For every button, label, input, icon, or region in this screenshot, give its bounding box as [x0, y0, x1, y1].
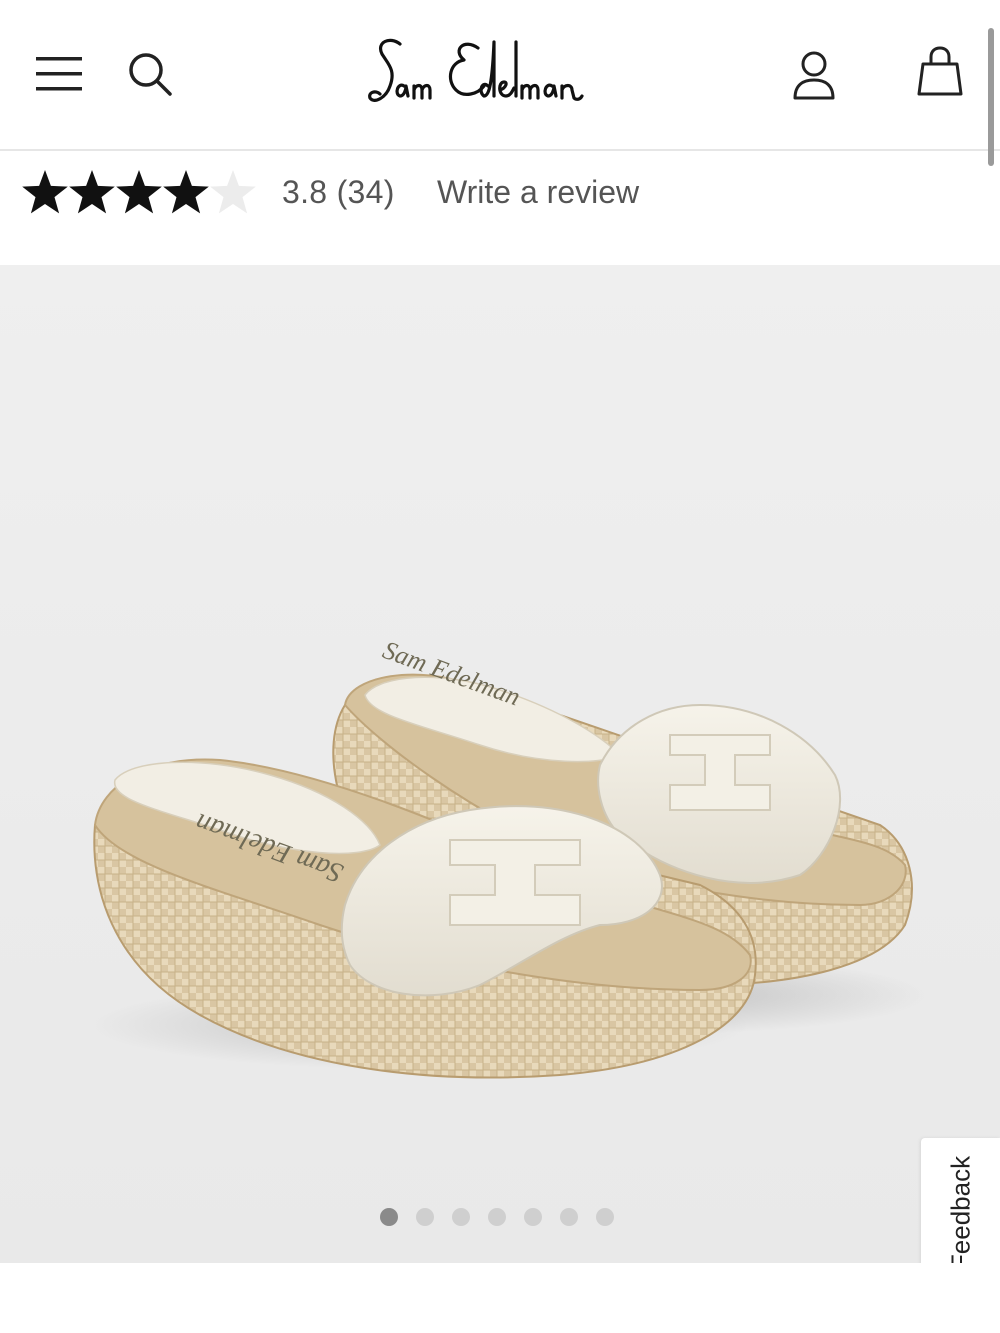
user-account-icon	[793, 51, 835, 100]
sam-edelman-wordmark	[368, 38, 584, 102]
account-button[interactable]	[786, 48, 842, 104]
star-filled-icon	[163, 170, 209, 214]
star-filled-icon	[69, 170, 115, 214]
feedback-label: Feedback	[945, 1155, 976, 1271]
carousel-dot[interactable]	[596, 1208, 614, 1226]
product-image[interactable]: Sam Edelman Sam Edelman	[0, 265, 1000, 1263]
site-header	[0, 0, 1000, 151]
carousel-dot[interactable]	[524, 1208, 542, 1226]
rating-stars[interactable]	[22, 166, 262, 220]
carousel-dot[interactable]	[452, 1208, 470, 1226]
brand-logo[interactable]	[360, 30, 640, 120]
carousel-dot[interactable]	[380, 1208, 398, 1226]
carousel-dot[interactable]	[488, 1208, 506, 1226]
carousel-dot[interactable]	[560, 1208, 578, 1226]
shopping-bag-button[interactable]	[912, 44, 968, 100]
search-icon	[129, 53, 172, 96]
product-photo-sandals: Sam Edelman Sam Edelman	[90, 635, 930, 1079]
write-review-link[interactable]: Write a review	[437, 174, 639, 211]
page-scrollbar[interactable]	[988, 28, 994, 166]
star-filled-icon	[116, 170, 162, 214]
carousel-dots	[380, 1208, 614, 1226]
shopping-bag-icon	[917, 46, 963, 96]
menu-button[interactable]	[32, 50, 86, 98]
below-image-area	[0, 1263, 1000, 1333]
search-button[interactable]	[122, 46, 178, 102]
carousel-dot[interactable]	[416, 1208, 434, 1226]
hamburger-menu-icon	[36, 57, 82, 91]
star-filled-icon	[22, 170, 68, 214]
rating-summary: 3.8 (34)	[282, 174, 395, 210]
star-empty-icon	[210, 170, 256, 214]
